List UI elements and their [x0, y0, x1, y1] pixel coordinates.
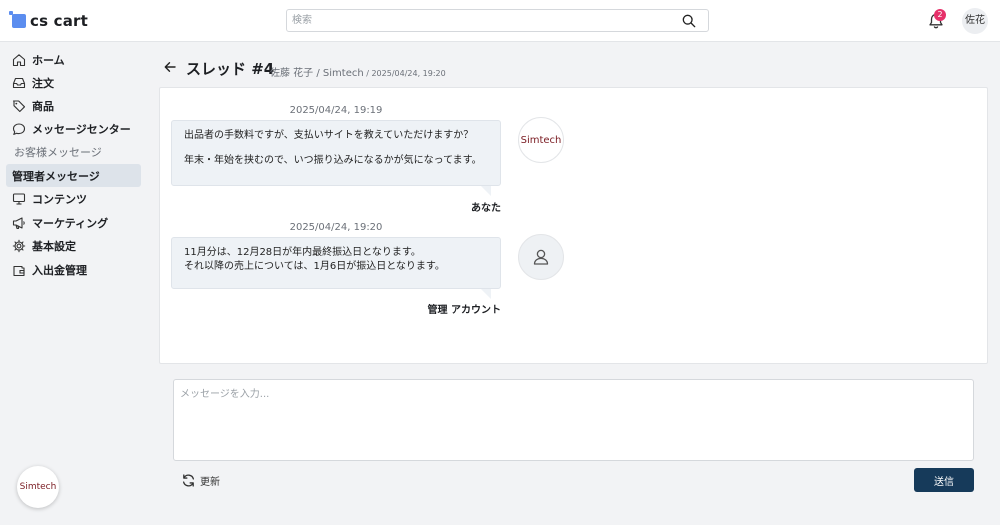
- search-icon[interactable]: [682, 14, 696, 28]
- sidebar-item-message-center[interactable]: メッセージセンター: [6, 117, 141, 140]
- thread-meta: 佐藤 花子 / Simtech / 2025/04/24, 19:20: [270, 64, 446, 79]
- sidebar-item-content[interactable]: コンテンツ: [6, 187, 141, 210]
- bubble-tail: [481, 186, 491, 196]
- sidebar-item-products[interactable]: 商品: [6, 94, 141, 117]
- user-icon: [533, 249, 549, 265]
- sidebar-item-label: 注文: [32, 76, 54, 90]
- refresh-button[interactable]: 更新: [181, 472, 220, 488]
- inbox-icon: [12, 77, 26, 88]
- sidebar-item-label: メッセージセンター: [32, 122, 131, 136]
- bubble-tail: [481, 289, 491, 299]
- sidebar-item-settings[interactable]: 基本設定: [6, 234, 141, 257]
- send-button[interactable]: 送信: [914, 468, 974, 492]
- sidebar-item-label: ホーム: [32, 53, 65, 67]
- refresh-label: 更新: [200, 476, 220, 488]
- sidebar-item-orders[interactable]: 注文: [6, 71, 141, 94]
- message-line: [184, 143, 488, 154]
- sidebar-item-label: マーケティング: [32, 216, 109, 230]
- wallet-icon: [13, 265, 25, 276]
- sidebar-item-payouts[interactable]: 入出金管理: [6, 258, 141, 281]
- message-sender: 管理 アカウント: [427, 305, 501, 316]
- chat-icon: [12, 122, 26, 135]
- top-header: cs cart 2 佐花: [0, 0, 1000, 42]
- sidebar-item-label: 商品: [32, 99, 54, 113]
- message-bubble: 出品者の手数料ですが、支払いサイトを教えていただけますか？ 年末・年始を挟むので…: [171, 120, 501, 186]
- logo[interactable]: cs cart: [9, 11, 89, 31]
- sidebar: ホーム 注文 商品 メッセージセンター お客様メッセージ 管理者メッセージ コン…: [0, 42, 146, 525]
- home-icon: [12, 53, 26, 66]
- store-badge[interactable]: Simtech: [17, 466, 59, 508]
- sidebar-item-home[interactable]: ホーム: [6, 48, 141, 71]
- refresh-icon: [182, 473, 195, 487]
- sidebar-item-label: 入出金管理: [32, 263, 87, 277]
- message-line: 年末・年始を挟むので、いつ振り込みになるかが気になってます。: [184, 155, 482, 166]
- message-input[interactable]: [173, 379, 974, 461]
- logo-icon: [9, 11, 26, 28]
- thread-title: スレッド #4: [186, 60, 275, 78]
- sidebar-item-label: 管理者メッセージ: [12, 169, 100, 183]
- sidebar-item-marketing[interactable]: マーケティング: [6, 211, 141, 234]
- thread-participants: 佐藤 花子 / Simtech: [270, 68, 364, 79]
- message-line: 出品者の手数料ですが、支払いサイトを教えていただけますか？: [184, 130, 474, 141]
- message-line: それ以降の売上については、1月6日が振込日となります。: [184, 261, 445, 272]
- message-sender: あなた: [471, 203, 501, 214]
- monitor-icon: [12, 192, 26, 205]
- sender-avatar: [518, 234, 564, 280]
- megaphone-icon: [12, 216, 25, 229]
- user-avatar[interactable]: 佐花: [962, 8, 988, 34]
- search-input[interactable]: [287, 10, 667, 31]
- thread-date: 2025/04/24, 19:20: [371, 69, 446, 78]
- sidebar-item-label: お客様メッセージ: [14, 145, 102, 159]
- gear-icon: [12, 239, 26, 252]
- back-arrow-icon[interactable]: [163, 60, 177, 74]
- tag-icon: [12, 99, 26, 112]
- message-timestamp: 2025/04/24, 19:20: [289, 222, 383, 233]
- sidebar-item-label: コンテンツ: [32, 192, 87, 206]
- sidebar-item-label: 基本設定: [32, 239, 76, 253]
- sidebar-item-admin-messages[interactable]: 管理者メッセージ: [6, 164, 141, 187]
- logo-text: cs cart: [30, 12, 89, 30]
- message-timestamp: 2025/04/24, 19:19: [289, 105, 383, 116]
- sender-avatar: Simtech: [518, 117, 564, 163]
- message-line: 11月分は、12月28日が年内最終振込日となります。: [184, 247, 421, 258]
- sidebar-item-customer-messages[interactable]: お客様メッセージ: [6, 140, 141, 163]
- search-box: [286, 9, 709, 32]
- message-bubble: 11月分は、12月28日が年内最終振込日となります。 それ以降の売上については、…: [171, 237, 501, 289]
- notification-badge: 2: [934, 9, 946, 21]
